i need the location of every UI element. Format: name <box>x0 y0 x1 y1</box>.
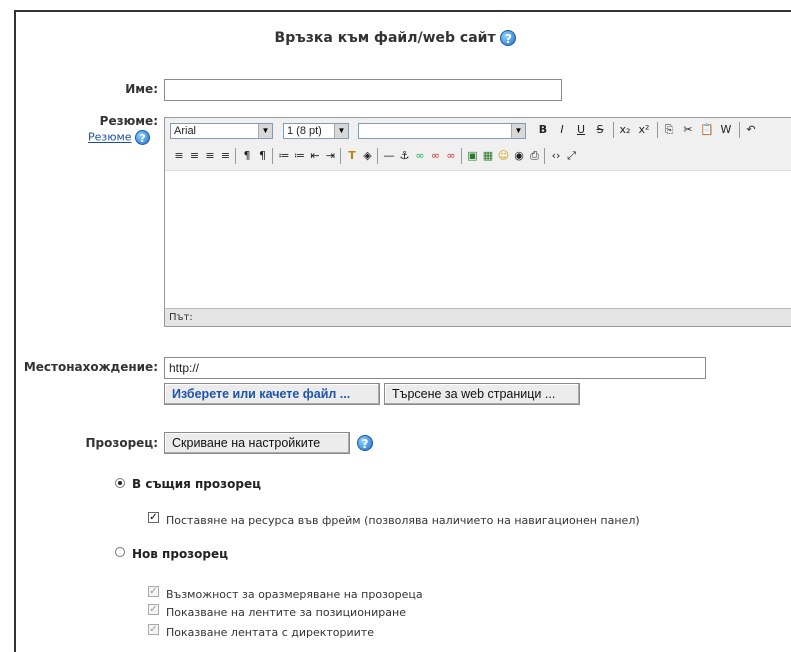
background-color-icon[interactable]: ◈ <box>360 148 376 164</box>
undo-icon[interactable]: ↶ <box>743 122 759 138</box>
scrollbars-label: Показване на лентите за позициониране <box>166 606 406 619</box>
content-frame <box>14 10 791 652</box>
search-replace-icon[interactable]: ⎙ <box>527 148 543 164</box>
search-web-button[interactable]: Търсене за web страници ... <box>384 383 580 405</box>
toolbar-separator <box>544 148 545 164</box>
underline-icon[interactable]: U <box>573 122 589 138</box>
toolbar-separator <box>613 122 614 138</box>
same-window-label: В същия прозорец <box>132 477 261 491</box>
link-icon[interactable]: ∞ <box>412 148 428 164</box>
editor-body[interactable] <box>165 171 791 310</box>
toolbar-separator <box>377 148 378 164</box>
window-label: Прозорец: <box>85 436 158 450</box>
directories-checkbox[interactable]: ✓ <box>148 624 159 635</box>
summary-help-link[interactable]: Резюме <box>88 131 132 144</box>
cut-icon[interactable]: ✂ <box>680 122 696 138</box>
name-label: Име: <box>125 82 158 96</box>
toolbar-separator <box>272 148 273 164</box>
table-icon[interactable]: ▦ <box>480 148 496 164</box>
font-family-select[interactable]: Arial ▼ <box>170 123 273 139</box>
superscript-icon[interactable]: x² <box>636 122 652 138</box>
unordered-list-icon[interactable]: ≔ <box>292 148 308 164</box>
editor-toolbar-2: ≡ ≡ ≡ ≡ ¶ ¶ ≔ ≔ ⇤ ⇥ T ◈ — ⚓ ∞ ∞ ∞ ▣ ▦ ☺ ◉ ⎙ ‹› ⤢ <box>165 144 791 171</box>
directories-label: Показване лентата с директориите <box>166 626 374 639</box>
chevron-down-icon: ▼ <box>334 124 348 138</box>
resizable-label: Възможност за оразмеряване на прозореца <box>166 588 423 601</box>
subscript-icon[interactable]: x₂ <box>617 122 633 138</box>
toolbar-separator <box>340 148 341 164</box>
emoticon-icon[interactable]: ◉ <box>511 148 527 164</box>
chevron-down-icon: ▼ <box>258 124 272 138</box>
toolbar-separator <box>235 148 236 164</box>
nolink-icon[interactable]: ∞ <box>443 148 459 164</box>
horizontal-rule-icon[interactable]: — <box>381 148 397 164</box>
bold-icon[interactable]: B <box>535 122 551 138</box>
smiley-icon[interactable]: ☺ <box>496 148 512 164</box>
copy-icon[interactable]: ⎘ <box>661 122 677 138</box>
text-color-icon[interactable]: T <box>344 148 360 164</box>
resizable-checkbox[interactable]: ✓ <box>148 586 159 597</box>
align-center-icon[interactable]: ≡ <box>187 148 203 164</box>
new-window-radio[interactable] <box>115 547 125 557</box>
indent-icon[interactable]: ⇥ <box>323 148 339 164</box>
paste-icon[interactable]: 📋 <box>699 122 715 138</box>
unlink-icon[interactable]: ∞ <box>428 148 444 164</box>
location-input[interactable]: http:// <box>164 357 706 379</box>
choose-file-button[interactable]: Изберете или качете файл ... <box>164 383 380 405</box>
toolbar-separator <box>460 148 462 164</box>
rtl-icon[interactable]: ¶ <box>255 148 271 164</box>
ltr-icon[interactable]: ¶ <box>239 148 255 164</box>
frame-label: Поставяне на ресурса във фрейм (позволяв… <box>166 514 640 527</box>
outdent-icon[interactable]: ⇤ <box>307 148 323 164</box>
paste-word-icon[interactable]: W <box>718 122 734 138</box>
summary-label: Резюме: <box>99 114 158 128</box>
toolbar-separator <box>739 122 740 138</box>
toolbar-separator <box>657 122 658 138</box>
html-source-icon[interactable]: ‹› <box>548 148 564 164</box>
help-icon[interactable]: ? <box>500 30 517 46</box>
hide-settings-button[interactable]: Скриване на настройките <box>164 432 350 454</box>
editor-toolbar-1: Arial ▼ 1 (8 pt) ▼ ▼ B I U Sx₂ x² ⎘ ✂ 📋 W ↶ <box>165 118 791 145</box>
location-label: Местонахождение: <box>23 360 158 374</box>
image-icon[interactable]: ▣ <box>465 148 481 164</box>
page-title: Връзка към файл/web сайт ? <box>0 30 791 46</box>
italic-icon[interactable]: I <box>554 122 570 138</box>
align-left-icon[interactable]: ≡ <box>171 148 187 164</box>
chevron-down-icon: ▼ <box>511 124 525 138</box>
help-icon[interactable]: ? <box>357 435 373 451</box>
font-size-select[interactable]: 1 (8 pt) ▼ <box>283 123 349 139</box>
new-window-label: Нов прозорец <box>132 547 229 561</box>
align-right-icon[interactable]: ≡ <box>202 148 218 164</box>
justify-icon[interactable]: ≡ <box>218 148 234 164</box>
html-editor[interactable]: Arial ▼ 1 (8 pt) ▼ ▼ B I U Sx₂ x² ⎘ ✂ 📋 W ↶ ≡ ≡ ≡ ≡ ¶ ¶ ≔… <box>164 117 791 327</box>
strikethrough-icon[interactable]: S <box>592 122 608 138</box>
frame-checkbox[interactable]: ✓ <box>148 512 159 523</box>
name-input[interactable] <box>164 79 562 101</box>
same-window-radio[interactable] <box>115 478 125 488</box>
style-select[interactable]: ▼ <box>358 123 526 139</box>
ordered-list-icon[interactable]: ≔ <box>276 148 292 164</box>
editor-path-bar: Път: <box>165 308 791 326</box>
anchor-icon[interactable]: ⚓ <box>397 148 413 164</box>
help-icon[interactable]: ? <box>135 130 151 145</box>
scrollbars-checkbox[interactable]: ✓ <box>148 604 159 615</box>
fullscreen-icon[interactable]: ⤢ <box>564 148 580 164</box>
